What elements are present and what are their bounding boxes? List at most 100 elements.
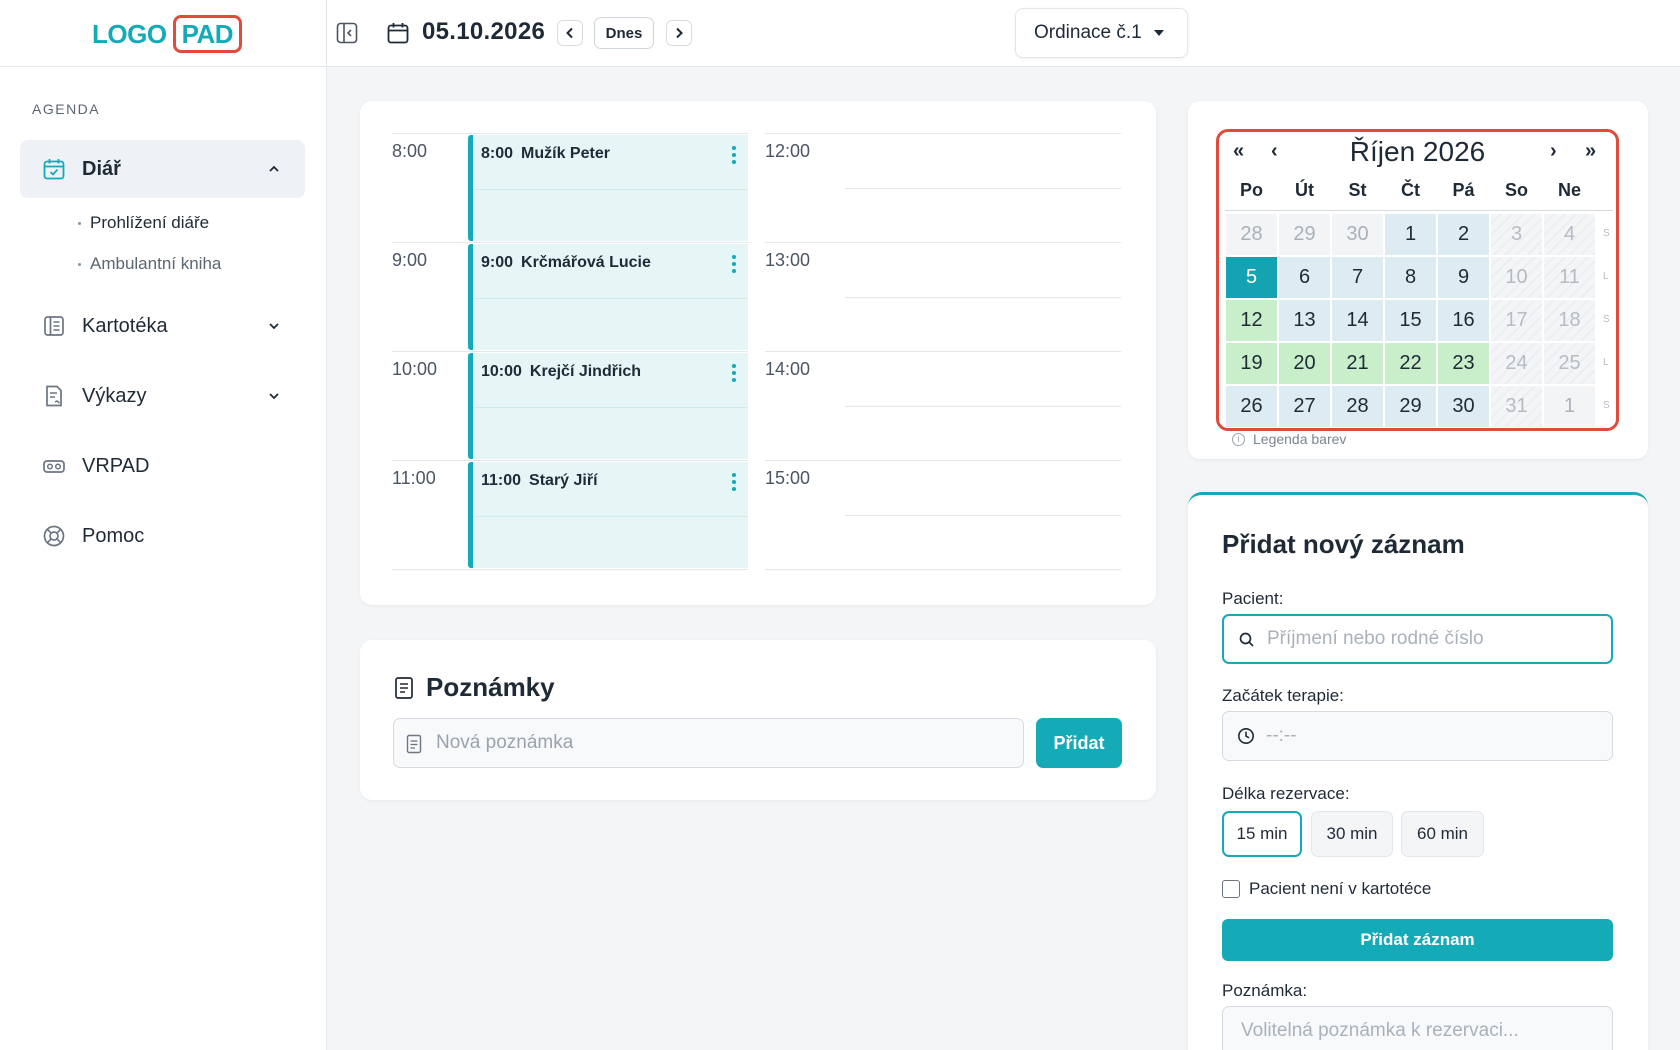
calendar-day[interactable]: 31 [1491, 386, 1542, 427]
patient-label: Pacient: [1222, 589, 1284, 608]
calendar-day[interactable]: 13 [1279, 300, 1330, 341]
reservation-note-input[interactable]: Volitelná poznámka k rezervaci... [1222, 1006, 1613, 1050]
calendar-day[interactable]: 12 [1226, 300, 1277, 341]
calendar-day[interactable]: 1 [1385, 214, 1436, 255]
sidebar-item-diar[interactable]: Diář [20, 140, 305, 198]
calendar-day[interactable]: 21 [1332, 343, 1383, 384]
more-vertical-icon[interactable] [732, 363, 736, 383]
duration-15-button[interactable]: 15 min [1222, 811, 1302, 857]
add-record-button[interactable]: Přidat záznam [1222, 919, 1613, 961]
next-day-button[interactable] [666, 20, 692, 46]
weekday-header: Út [1295, 180, 1314, 200]
calendar-day[interactable]: 27 [1279, 386, 1330, 427]
sidebar-subitem-prohlizeni-diare[interactable]: Prohlížení diáře [78, 213, 209, 233]
color-legend-link[interactable]: i Legenda barev [1232, 431, 1346, 447]
calendar-day[interactable]: 17 [1491, 300, 1542, 341]
patient-not-in-file-checkbox[interactable] [1222, 880, 1240, 898]
calendar-day[interactable]: 3 [1491, 214, 1542, 255]
appointment-block[interactable]: 9:00 Krčmářová Lucie [468, 244, 748, 350]
more-vertical-icon[interactable] [732, 145, 736, 165]
sidebar-subitem-ambulantni-kniha[interactable]: Ambulantní kniha [78, 254, 221, 274]
hour-line [765, 351, 1121, 352]
calendar-day[interactable]: 18 [1544, 300, 1595, 341]
duration-30-button[interactable]: 30 min [1311, 811, 1393, 857]
half-hour-line [845, 406, 1121, 407]
more-vertical-icon[interactable] [732, 472, 736, 492]
notes-title: Poznámky [426, 672, 555, 702]
calendar-edge-label: S [1603, 228, 1610, 239]
calendar-day[interactable]: 14 [1332, 300, 1383, 341]
report-icon [42, 384, 66, 408]
sidebar-item-pomoc[interactable]: Pomoc [20, 507, 305, 565]
calendar-day[interactable]: 4 [1544, 214, 1595, 255]
calendar-day[interactable]: 16 [1438, 300, 1489, 341]
chevron-down-icon [269, 393, 279, 400]
patient-search-input[interactable]: Příjmení nebo rodné číslo [1222, 614, 1613, 664]
sidebar-item-vykazy[interactable]: Výkazy [20, 367, 305, 425]
calendar-day-selected[interactable]: 5 [1226, 257, 1277, 298]
today-button[interactable]: Dnes [594, 17, 654, 49]
appointment-block[interactable]: 11:00 Starý Jiří [468, 462, 748, 568]
calendar-day[interactable]: 11 [1544, 257, 1595, 298]
calendar-day[interactable]: 2 [1438, 214, 1489, 255]
calendar-day[interactable]: 7 [1332, 257, 1383, 298]
calendar-day[interactable]: 29 [1385, 386, 1436, 427]
add-record-card: Přidat nový záznam Pacient: Příjmení neb… [1188, 492, 1648, 1050]
add-note-button[interactable]: Přidat [1036, 718, 1122, 768]
calendar-day[interactable]: 28 [1332, 386, 1383, 427]
calendar-day[interactable]: 26 [1226, 386, 1277, 427]
calendar-day[interactable]: 29 [1279, 214, 1330, 255]
sidebar-toggle-icon[interactable] [336, 22, 358, 44]
calendar-day[interactable]: 10 [1491, 257, 1542, 298]
day-schedule: 8:00 9:00 10:00 11:00 12:00 13:00 14:00 … [360, 101, 1156, 605]
weekday-header: St [1348, 180, 1367, 200]
appointment-text: 11:00 Starý Jiří [481, 472, 598, 490]
sidebar-section-label: AGENDA [32, 101, 101, 117]
sidebar-item-vrpad[interactable]: VRPAD [20, 437, 305, 495]
appointment-block[interactable]: 10:00 Krejčí Jindřich [468, 353, 748, 459]
previous-day-button[interactable] [557, 20, 583, 46]
time-label: 11:00 [392, 468, 436, 488]
calendar-day[interactable]: 25 [1544, 343, 1595, 384]
calendar-edge-label: L [1603, 357, 1609, 368]
calendar-day[interactable]: 30 [1332, 214, 1383, 255]
appointment-block[interactable]: 8:00 Mužík Peter [468, 135, 748, 241]
sidebar-item-kartoteka[interactable]: Kartotéka [20, 297, 305, 355]
calendar-day[interactable]: 9 [1438, 257, 1489, 298]
calendar-day[interactable]: 19 [1226, 343, 1277, 384]
next-month-button[interactable]: › [1550, 140, 1557, 163]
hour-line [392, 569, 748, 570]
app-logo[interactable]: LOGO PAD [92, 14, 243, 54]
calendar-day[interactable]: 15 [1385, 300, 1436, 341]
therapy-start-label: Začátek terapie: [1222, 686, 1344, 705]
appointment-time: 11:00 [481, 472, 522, 489]
calendar-day[interactable]: 1 [1544, 386, 1595, 427]
calendar-day[interactable]: 30 [1438, 386, 1489, 427]
weekday-header: Po [1239, 180, 1263, 200]
calendar-day[interactable]: 23 [1438, 343, 1489, 384]
hour-line [765, 242, 1121, 243]
new-note-input[interactable]: Nová poznámka [393, 718, 1024, 768]
half-hour-divider [473, 298, 748, 299]
bullet-dot [78, 221, 81, 225]
duration-60-button[interactable]: 60 min [1401, 811, 1484, 857]
appointment-time: 8:00 [481, 145, 514, 162]
more-vertical-icon[interactable] [732, 254, 736, 274]
calendar-icon[interactable] [386, 21, 410, 45]
office-select[interactable]: Ordinace č.1 [1015, 8, 1188, 58]
therapy-start-input[interactable]: --:-- [1222, 711, 1613, 761]
calendar-day[interactable]: 24 [1491, 343, 1542, 384]
hour-line [392, 133, 748, 134]
appointment-text: 10:00 Krejčí Jindřich [481, 363, 641, 381]
calendar-day[interactable]: 20 [1279, 343, 1330, 384]
calendar-day[interactable]: 6 [1279, 257, 1330, 298]
calendar-day[interactable]: 8 [1385, 257, 1436, 298]
new-note-placeholder: Nová poznámka [436, 732, 574, 753]
calendar-day[interactable]: 28 [1226, 214, 1277, 255]
next-year-button[interactable]: » [1585, 140, 1596, 163]
time-label: 15:00 [765, 468, 811, 488]
patient-not-in-file-row[interactable]: Pacient není v kartotéce [1222, 879, 1431, 899]
info-icon: i [1232, 432, 1245, 446]
sidebar-item-label: Pomoc [82, 524, 145, 547]
calendar-day[interactable]: 22 [1385, 343, 1436, 384]
